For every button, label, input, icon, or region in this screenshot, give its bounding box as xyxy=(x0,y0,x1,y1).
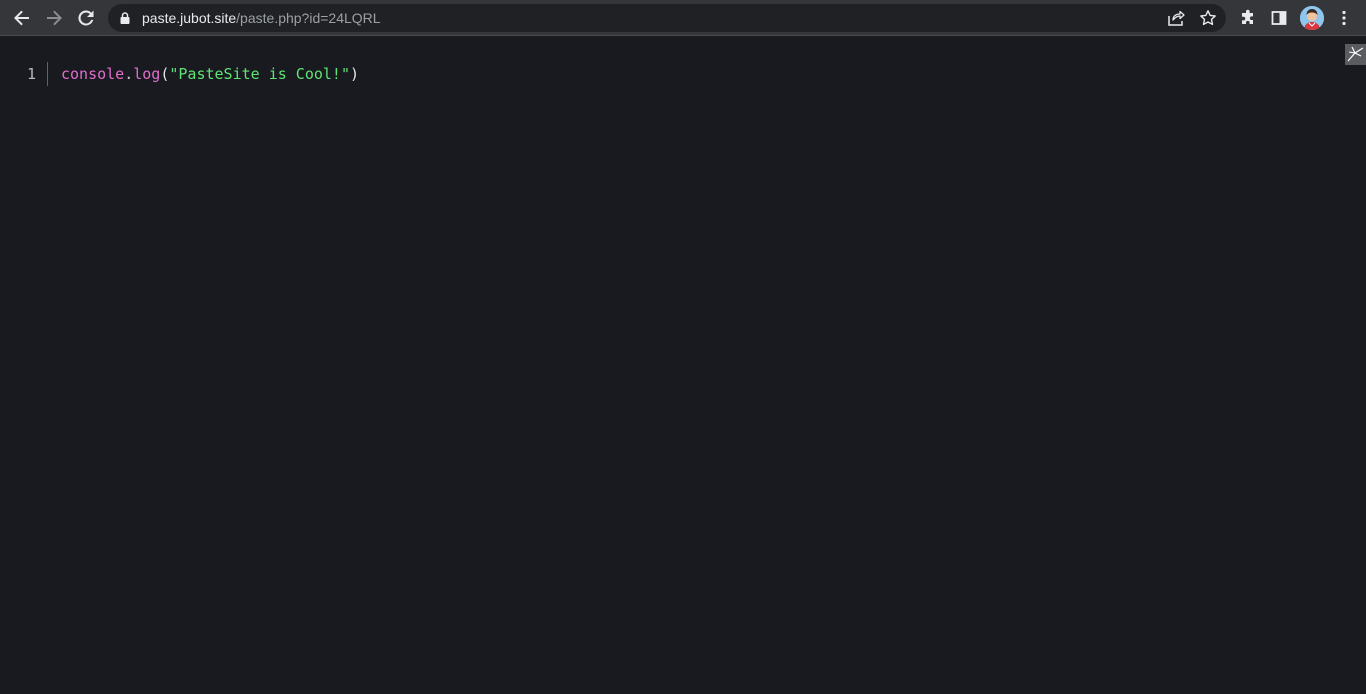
back-button[interactable] xyxy=(8,4,36,32)
share-button[interactable] xyxy=(1166,8,1186,28)
side-panel-button[interactable] xyxy=(1265,4,1293,32)
corner-widget[interactable] xyxy=(1345,44,1366,65)
puzzle-icon xyxy=(1242,9,1253,24)
sparkle-icon xyxy=(1347,46,1364,62)
browser-toolbar: paste.jubot.site/paste.php?id=24LQRL xyxy=(0,0,1366,36)
url-path: /paste.php?id=24LQRL xyxy=(236,10,381,26)
lock-icon[interactable] xyxy=(118,11,132,25)
forward-button[interactable] xyxy=(40,4,68,32)
reload-button[interactable] xyxy=(72,4,100,32)
browser-menu-button[interactable] xyxy=(1330,4,1358,32)
code-line: 1 console.log("PasteSite is Cool!") xyxy=(0,62,1366,86)
profile-avatar-image xyxy=(1300,6,1324,30)
url-text[interactable]: paste.jubot.site/paste.php?id=24LQRL xyxy=(142,4,381,32)
token-object: console xyxy=(61,65,125,83)
avatar[interactable] xyxy=(1300,6,1324,30)
extensions-button[interactable] xyxy=(1234,4,1262,32)
token-string: "PasteSite is Cool!" xyxy=(169,65,350,83)
arrow-left-icon xyxy=(14,10,29,26)
reload-icon xyxy=(78,10,94,26)
token-dot: . xyxy=(124,65,134,83)
gutter-divider xyxy=(47,62,48,86)
bookmark-button[interactable] xyxy=(1198,8,1218,28)
line-number: 1 xyxy=(26,65,36,83)
arrow-right-icon xyxy=(47,10,62,26)
token-close-paren: ) xyxy=(350,65,360,83)
token-method: log xyxy=(133,65,161,83)
kebab-menu-icon xyxy=(1342,10,1346,26)
url-host: paste.jubot.site xyxy=(142,10,237,26)
address-bar[interactable]: paste.jubot.site/paste.php?id=24LQRL xyxy=(108,4,1226,32)
share-icon xyxy=(1168,10,1185,26)
side-panel-icon xyxy=(1271,11,1287,25)
paste-view: 1 console.log("PasteSite is Cool!") xyxy=(0,37,1366,694)
star-icon xyxy=(1200,10,1216,26)
code-content[interactable]: console.log("PasteSite is Cool!") xyxy=(61,62,359,86)
